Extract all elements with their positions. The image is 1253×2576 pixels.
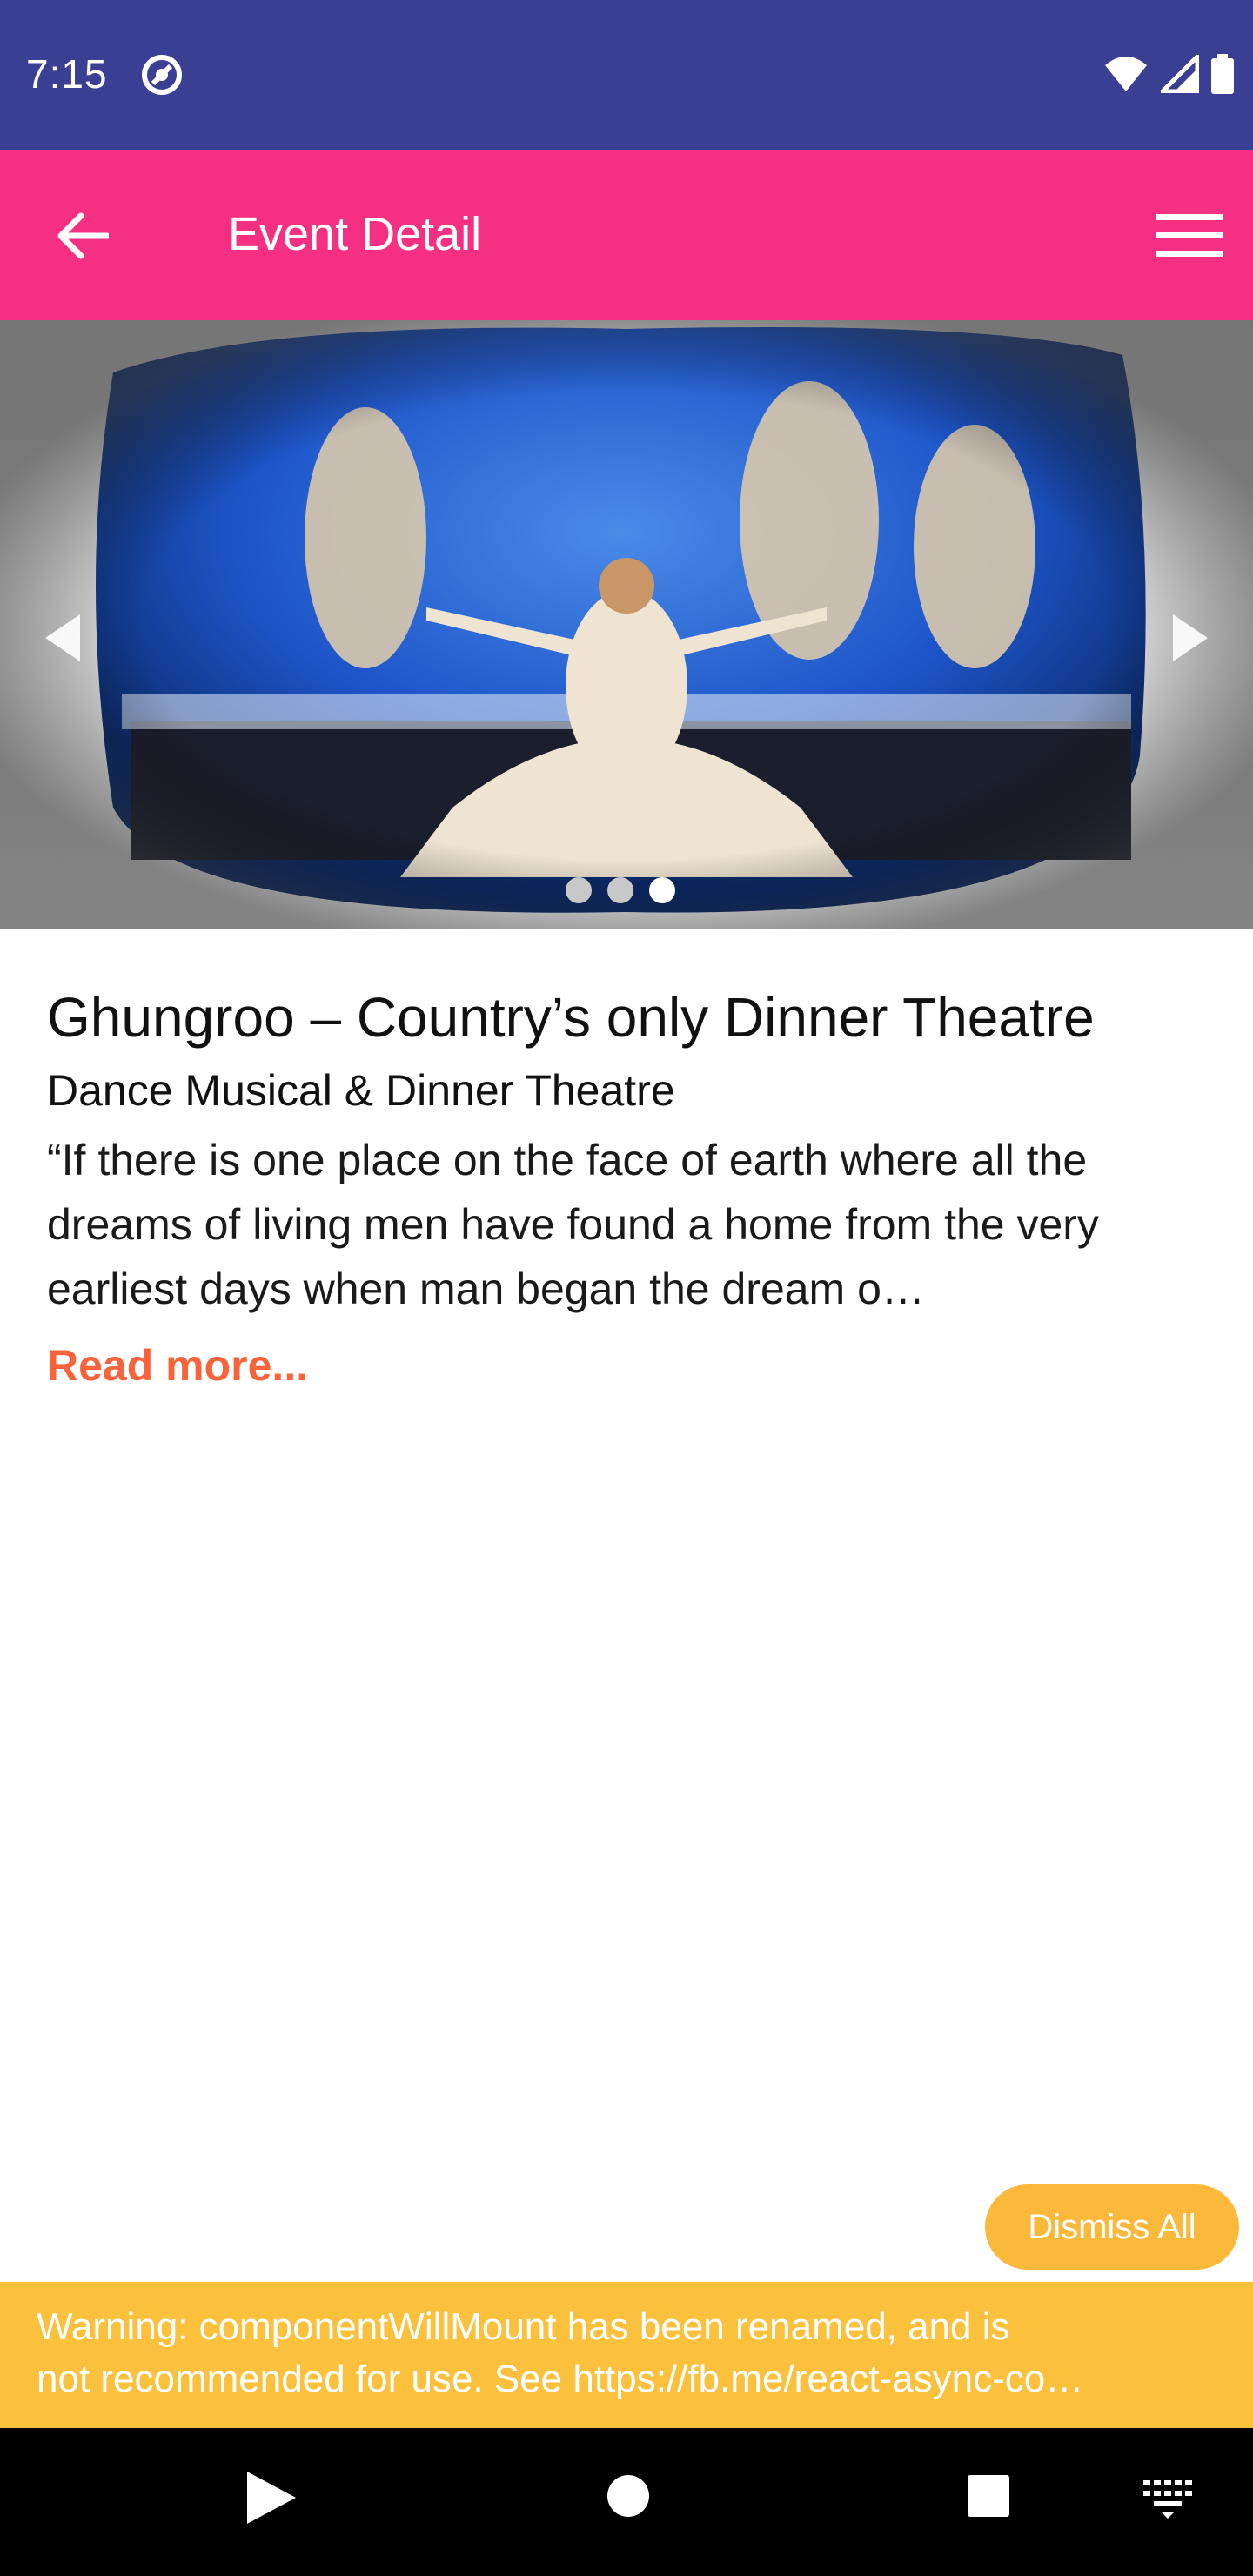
back-triangle-icon[interactable] bbox=[237, 2465, 306, 2534]
dismiss-all-button[interactable]: Dismiss All bbox=[985, 2184, 1239, 2270]
status-time: 7:15 bbox=[26, 51, 108, 97]
hamburger-menu-icon bbox=[1156, 214, 1223, 257]
event-description: “If there is one place on the face of ea… bbox=[47, 1136, 1099, 1313]
warning-text-line-2: not recommended for use. See https://fb.… bbox=[37, 2358, 1084, 2400]
signal-icon bbox=[1161, 55, 1199, 93]
arrow-left-icon bbox=[57, 212, 109, 259]
carousel-dot[interactable] bbox=[607, 877, 633, 903]
page-title: Event Detail bbox=[228, 208, 482, 260]
status-icons bbox=[1103, 54, 1234, 94]
back-button[interactable] bbox=[45, 198, 120, 273]
carousel-indicator bbox=[566, 877, 675, 903]
battery-icon bbox=[1211, 54, 1234, 94]
system-nav-bar bbox=[0, 2428, 1253, 2576]
wifi-icon bbox=[1105, 57, 1147, 91]
image-carousel[interactable] bbox=[0, 320, 1253, 929]
keyboard-icon[interactable] bbox=[1142, 2472, 1194, 2524]
status-bar: 7:15 bbox=[0, 0, 1253, 150]
app-notification-icon bbox=[142, 55, 182, 95]
warning-text-line-1: Warning: componentWillMount has been ren… bbox=[37, 2305, 1010, 2348]
carousel-dot[interactable] bbox=[566, 877, 592, 903]
event-subtitle: Dance Musical & Dinner Theatre bbox=[47, 1066, 675, 1115]
menu-button[interactable] bbox=[1152, 198, 1227, 273]
carousel-dot-active[interactable] bbox=[649, 877, 675, 903]
home-circle-icon[interactable] bbox=[602, 2470, 654, 2522]
carousel-next-button[interactable] bbox=[1149, 599, 1227, 677]
event-image bbox=[0, 320, 1253, 929]
read-more-link[interactable]: Read more... bbox=[47, 1340, 308, 1391]
event-title: Ghungroo – Country’s only Dinner Theatre bbox=[47, 986, 1095, 1049]
recents-square-icon[interactable] bbox=[962, 2470, 1015, 2522]
carousel-prev-button[interactable] bbox=[26, 599, 104, 677]
warning-banner[interactable]: Warning: componentWillMount has been ren… bbox=[0, 2282, 1253, 2428]
app-bar: Event Detail bbox=[0, 150, 1253, 320]
